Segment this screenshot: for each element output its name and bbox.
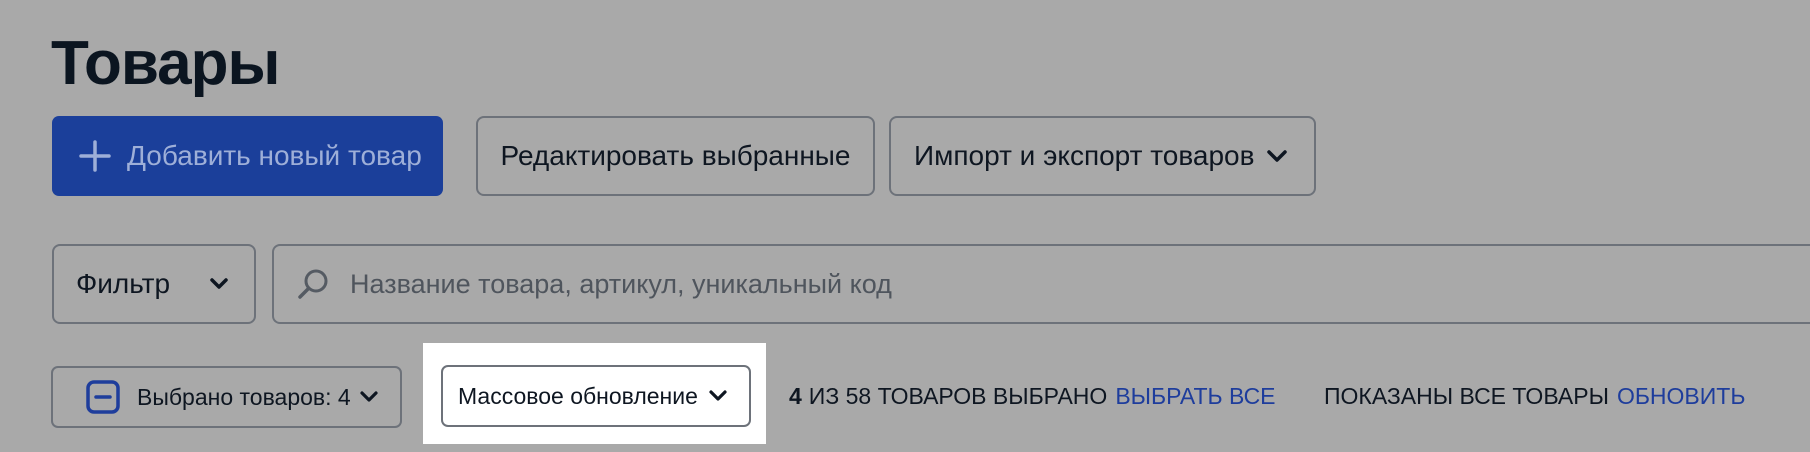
mass-update-button[interactable]: Массовое обновление	[441, 365, 751, 427]
plus-icon	[77, 138, 113, 174]
edit-selected-label: Редактировать выбранные	[500, 140, 851, 171]
search-field[interactable]	[272, 244, 1810, 324]
chevron-down-icon	[208, 277, 230, 291]
shown-status-text: ПОКАЗАНЫ ВСЕ ТОВАРЫ	[1324, 382, 1609, 409]
selected-count: 4	[789, 382, 802, 409]
import-export-button[interactable]: Импорт и экспорт товаров	[889, 116, 1316, 196]
filter-dropdown[interactable]: Фильтр	[52, 244, 256, 324]
minus-checkbox-icon[interactable]	[86, 380, 120, 414]
refresh-link[interactable]: ОБНОВИТЬ	[1617, 383, 1746, 410]
edit-selected-button[interactable]: Редактировать выбранные	[476, 116, 875, 196]
select-all-link[interactable]: ВЫБРАТЬ ВСЕ	[1115, 383, 1275, 410]
chevron-down-icon	[708, 389, 728, 403]
chevron-down-icon	[1266, 149, 1288, 163]
search-icon	[296, 267, 330, 301]
import-export-label: Импорт и экспорт товаров	[914, 140, 1255, 171]
mass-update-label: Массовое обновление	[458, 382, 698, 409]
selection-summary-text: ИЗ 58 ТОВАРОВ ВЫБРАНО	[808, 382, 1108, 409]
add-product-button[interactable]: Добавить новый товар	[52, 116, 443, 196]
search-input[interactable]	[350, 268, 1550, 300]
selected-count-label: Выбрано товаров: 4	[137, 383, 351, 410]
filter-label: Фильтр	[76, 268, 171, 299]
page-title: Товары	[51, 29, 280, 98]
shown-status: ПОКАЗАНЫ ВСЕ ТОВАРЫ ОБНОВИТЬ	[1324, 379, 1745, 413]
chevron-down-icon	[359, 390, 379, 404]
selection-summary: 4 ИЗ 58 ТОВАРОВ ВЫБРАНО ВЫБРАТЬ ВСЕ	[789, 379, 1276, 413]
add-product-label: Добавить новый товар	[127, 140, 422, 171]
selected-products-dropdown[interactable]: Выбрано товаров: 4	[51, 366, 402, 428]
